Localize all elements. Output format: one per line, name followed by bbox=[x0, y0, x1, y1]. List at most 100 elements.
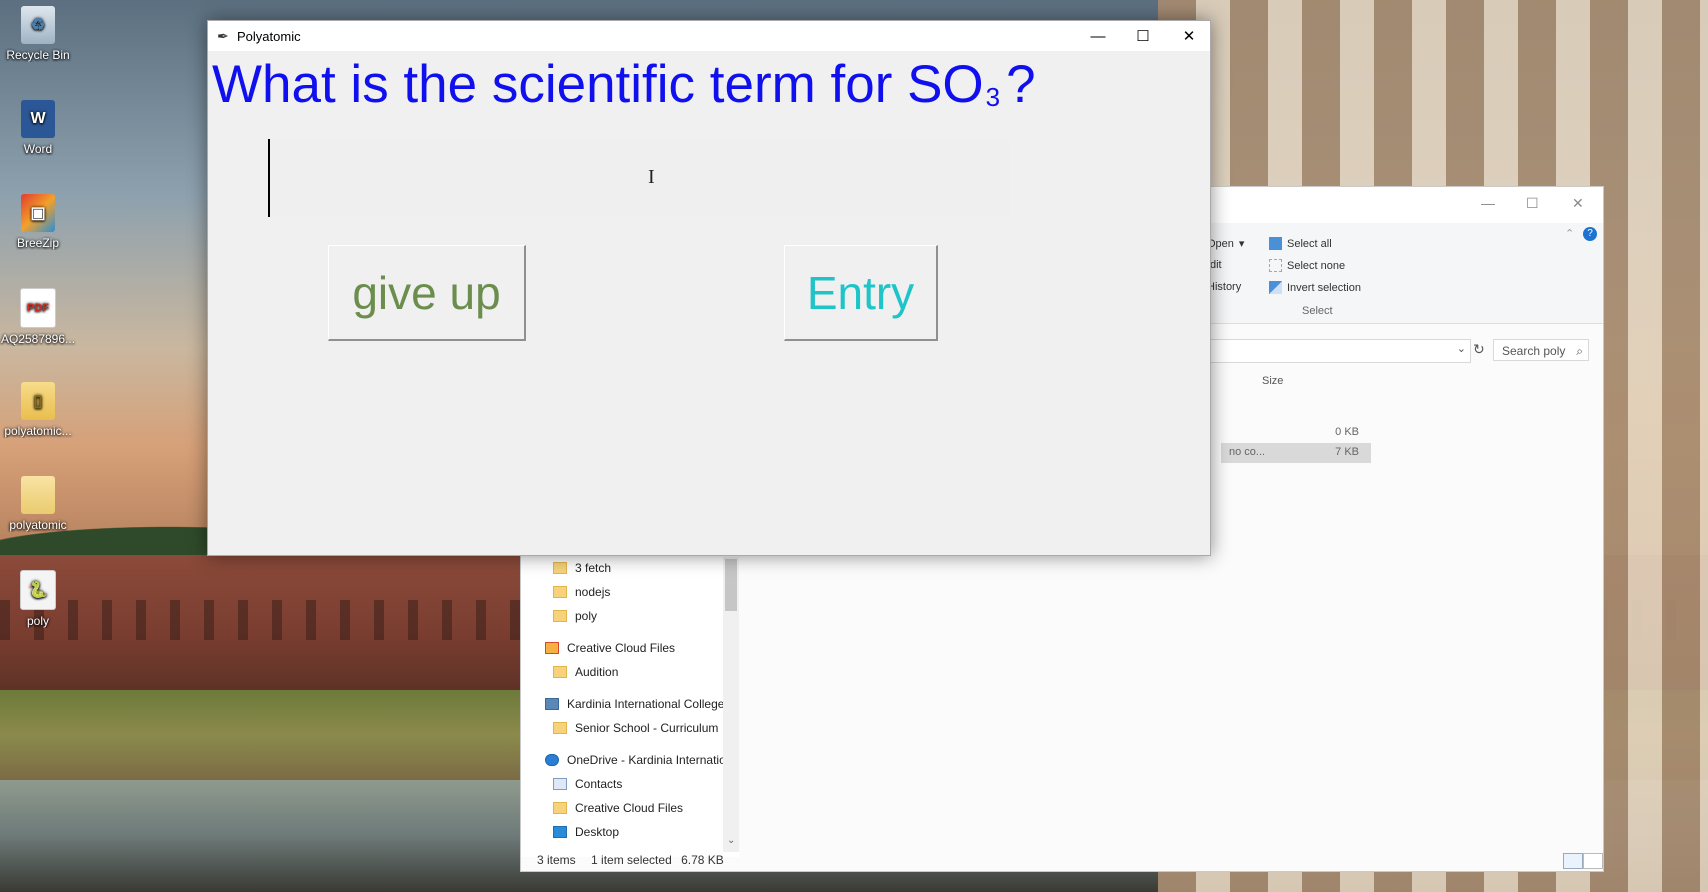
ribbon-edit-label: dit bbox=[1210, 259, 1222, 271]
question-text: What is the scientific term for SO bbox=[212, 55, 984, 114]
zip-folder-icon: ▯ bbox=[21, 382, 55, 420]
nav-item-label: Creative Cloud Files bbox=[567, 641, 676, 655]
nav-item-creative-cloud[interactable]: Creative Cloud Files bbox=[545, 641, 675, 655]
desktop-icon-label: poly bbox=[26, 614, 49, 628]
desktop-icon-breezip[interactable]: ▣ BreeZip bbox=[0, 194, 76, 250]
status-selection: 1 item selected bbox=[591, 853, 672, 867]
large-icons-view-icon[interactable] bbox=[1583, 853, 1603, 869]
pdf-icon: PDF bbox=[20, 288, 56, 328]
maximize-button[interactable]: ☐ bbox=[1120, 21, 1166, 51]
nav-item-poly[interactable]: poly bbox=[553, 609, 597, 623]
status-bar: 3 items 1 item selected 6.78 KB bbox=[537, 853, 724, 867]
nav-item-kardinia[interactable]: Kardinia International College bbox=[545, 697, 724, 711]
python-file-icon: 🐍 bbox=[20, 570, 56, 610]
desktop-icon-label: AQ2587896... bbox=[0, 332, 76, 346]
nav-item-label: poly bbox=[575, 609, 598, 623]
desktop-icon-label: Word bbox=[23, 142, 53, 156]
nav-item-label: nodejs bbox=[575, 585, 611, 599]
desktop-icon-label: BreeZip bbox=[16, 236, 60, 250]
close-button[interactable]: ✕ bbox=[1166, 21, 1212, 51]
desktop-icon-pdf[interactable]: PDF AQ2587896... bbox=[0, 288, 76, 346]
window-titlebar[interactable]: ✒ Polyatomic — ☐ ✕ bbox=[208, 21, 1210, 51]
folder-icon bbox=[553, 802, 567, 814]
refresh-icon[interactable]: ↻ bbox=[1473, 341, 1485, 358]
desktop-icon-poly[interactable]: 🐍 poly bbox=[0, 570, 76, 628]
breezip-icon: ▣ bbox=[21, 194, 55, 232]
ribbon-history-button[interactable]: History bbox=[1207, 281, 1241, 293]
nav-item-3-fetch[interactable]: 3 fetch bbox=[553, 561, 611, 575]
entry-label: Entry bbox=[806, 266, 915, 319]
file-row-selected[interactable]: no co... 7 KB bbox=[1221, 443, 1371, 463]
text-cursor-icon: I bbox=[648, 166, 655, 188]
nav-item-senior-school[interactable]: Senior School - Curriculum bbox=[553, 721, 718, 735]
minimize-icon[interactable]: — bbox=[1481, 195, 1495, 211]
entry-button[interactable]: Entry bbox=[784, 245, 938, 341]
column-header-size[interactable]: Size bbox=[1262, 375, 1283, 387]
ribbon-group-select-label: Select bbox=[1302, 305, 1333, 317]
folder-icon bbox=[21, 476, 55, 514]
desktop-icon-label: polyatomic bbox=[9, 518, 67, 532]
ribbon-open-label: Open bbox=[1207, 237, 1234, 250]
ribbon-open-button[interactable]: Open ▾ bbox=[1207, 237, 1245, 251]
maximize-icon[interactable]: ☐ bbox=[1526, 195, 1539, 212]
nav-scrollbar-thumb[interactable] bbox=[725, 559, 737, 611]
folder-icon bbox=[553, 586, 567, 598]
desktop-icon-label: Recycle Bin bbox=[6, 48, 70, 62]
answer-input[interactable] bbox=[268, 139, 1010, 217]
question-subscript: 3 bbox=[985, 82, 1001, 112]
select-none-icon bbox=[1269, 259, 1282, 272]
minimize-button[interactable]: — bbox=[1075, 21, 1121, 51]
nav-item-label: OneDrive - Kardinia Internatio bbox=[567, 753, 726, 767]
invert-selection-icon bbox=[1269, 281, 1282, 294]
nav-item-label: Contacts bbox=[575, 777, 623, 791]
folder-icon bbox=[553, 722, 567, 734]
question-label: What is the scientific term for SO3? bbox=[212, 51, 1036, 120]
maximize-icon: ☐ bbox=[1136, 28, 1150, 45]
nav-item-contacts[interactable]: Contacts bbox=[553, 777, 622, 791]
creative-cloud-icon bbox=[545, 642, 559, 654]
file-row[interactable]: 0 KB bbox=[1221, 423, 1371, 443]
nav-item-label: Audition bbox=[575, 665, 619, 679]
invert-selection-label: Invert selection bbox=[1287, 281, 1361, 294]
scroll-down-icon[interactable]: ⌄ bbox=[727, 835, 735, 846]
folder-icon bbox=[553, 610, 567, 622]
navigation-pane: 3 fetch nodejs poly Creative Cloud Files… bbox=[521, 557, 739, 857]
contacts-icon bbox=[553, 778, 567, 790]
select-none-button[interactable]: Select none bbox=[1269, 259, 1345, 272]
nav-item-desktop[interactable]: Desktop bbox=[553, 825, 619, 839]
give-up-label: give up bbox=[352, 266, 501, 319]
nav-item-creative-cloud-files[interactable]: Creative Cloud Files bbox=[553, 801, 683, 815]
ribbon-history-label: History bbox=[1207, 281, 1242, 293]
file-size: 7 KB bbox=[1335, 446, 1359, 458]
invert-selection-button[interactable]: Invert selection bbox=[1269, 281, 1361, 294]
collapse-ribbon-icon[interactable]: ⌃ bbox=[1565, 227, 1574, 240]
status-item-count: 3 items bbox=[537, 853, 576, 867]
desktop-icon-word[interactable]: W Word bbox=[0, 100, 76, 156]
desktop-icon-polyatomic-folder[interactable]: polyatomic bbox=[0, 476, 76, 532]
window-title: Polyatomic bbox=[237, 29, 301, 44]
close-icon[interactable]: ✕ bbox=[1572, 195, 1584, 212]
desktop-icon-recycle-bin[interactable]: ♻ Recycle Bin bbox=[0, 6, 76, 62]
polyatomic-window: ✒ Polyatomic — ☐ ✕ What is the scientifi… bbox=[207, 20, 1211, 556]
desktop-icon-label: polyatomic... bbox=[4, 424, 72, 438]
details-view-icon[interactable] bbox=[1563, 853, 1583, 869]
chevron-down-icon[interactable]: ⌄ bbox=[1457, 342, 1466, 355]
search-input[interactable]: Search poly ⌕ bbox=[1493, 339, 1589, 361]
folder-icon bbox=[553, 666, 567, 678]
select-all-icon bbox=[1269, 237, 1282, 250]
ribbon-edit-button[interactable]: dit bbox=[1210, 259, 1222, 271]
nav-item-onedrive[interactable]: OneDrive - Kardinia Internatio bbox=[545, 753, 726, 767]
select-all-button[interactable]: Select all bbox=[1269, 237, 1332, 250]
select-all-label: Select all bbox=[1287, 237, 1332, 250]
recycle-bin-icon: ♻ bbox=[21, 6, 55, 44]
desktop-icon-polyatomic-zip[interactable]: ▯ polyatomic... bbox=[0, 382, 76, 438]
nav-item-label: 3 fetch bbox=[575, 561, 612, 575]
help-icon[interactable]: ? bbox=[1583, 227, 1597, 241]
question-mark: ? bbox=[1006, 55, 1036, 114]
give-up-button[interactable]: give up bbox=[328, 245, 526, 341]
nav-item-audition[interactable]: Audition bbox=[553, 665, 618, 679]
status-size: 6.78 KB bbox=[681, 853, 724, 867]
onedrive-icon bbox=[545, 754, 559, 766]
chevron-down-icon: ▾ bbox=[1238, 238, 1245, 250]
nav-item-nodejs[interactable]: nodejs bbox=[553, 585, 610, 599]
